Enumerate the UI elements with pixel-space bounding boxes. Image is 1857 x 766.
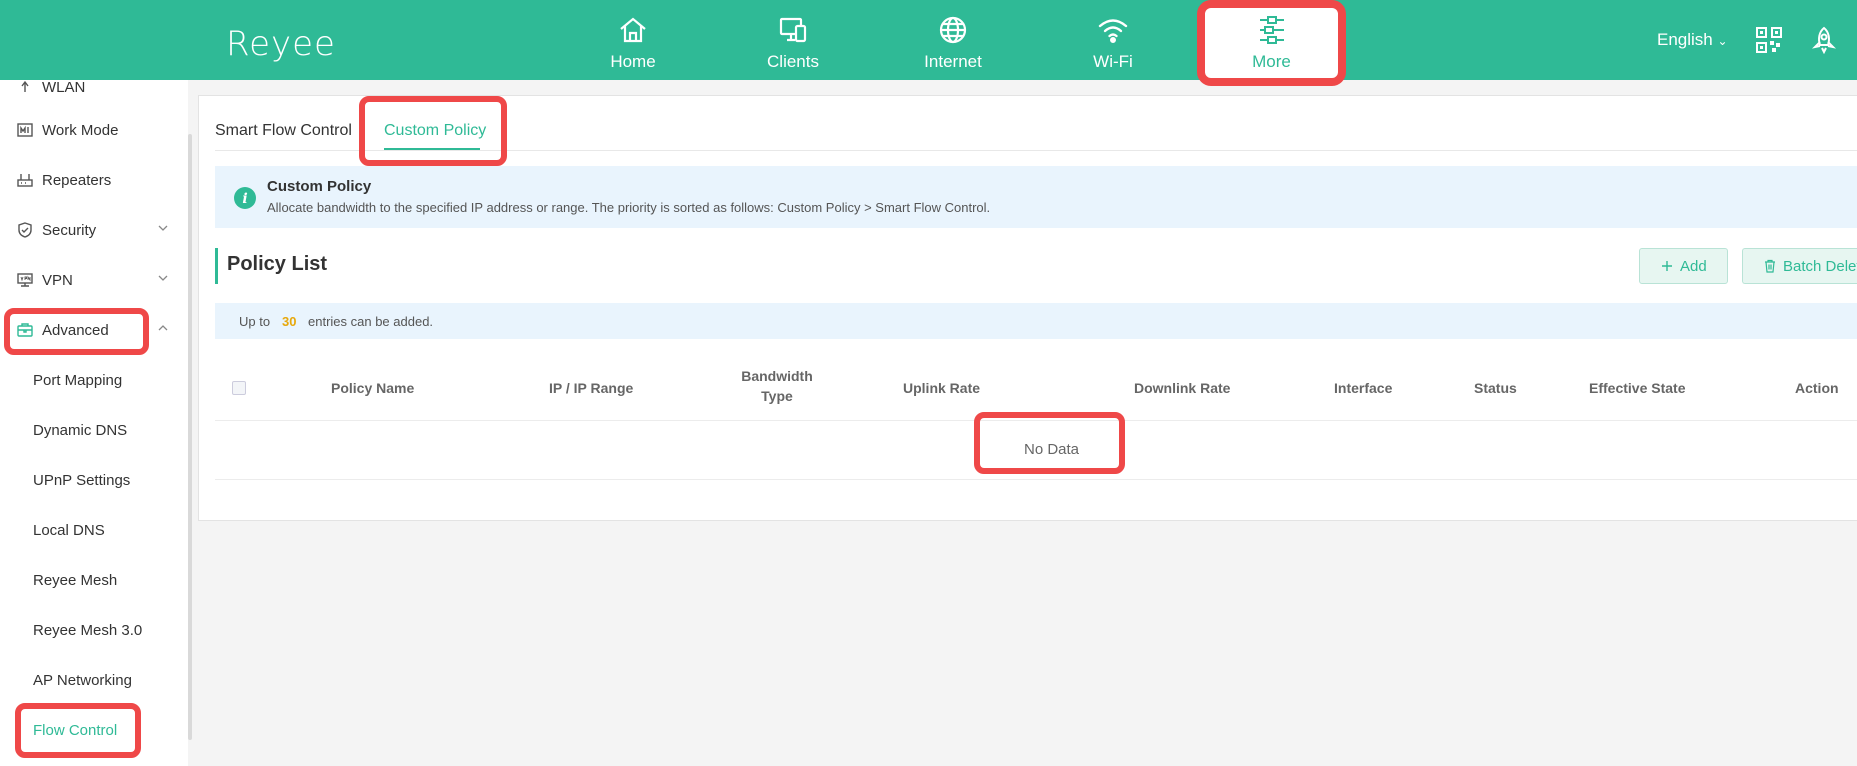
sidebar-item-label: Repeaters [42, 171, 112, 189]
sidebar-item-repeaters[interactable]: Repeaters [16, 165, 111, 195]
column-interface[interactable]: Interface [1334, 380, 1392, 396]
devices-icon [779, 17, 807, 43]
column-bandwidth-type[interactable]: Bandwidth Type [727, 368, 827, 404]
limit-prefix: Up to [239, 314, 271, 329]
nav-clients[interactable]: Clients [723, 0, 863, 80]
sidebar-subitem-reyee-mesh[interactable]: Reyee Mesh [33, 572, 117, 589]
column-downlink-rate[interactable]: Downlink Rate [1134, 380, 1230, 396]
sidebar-subitem-dynamic-dns[interactable]: Dynamic DNS [33, 422, 127, 439]
router-icon [17, 174, 33, 187]
sidebar-scrollbar[interactable] [188, 134, 192, 740]
chevron-up-icon [158, 325, 168, 331]
work-mode-icon [17, 123, 33, 137]
select-all-checkbox[interactable] [232, 381, 246, 395]
info-title: Custom Policy [267, 178, 372, 195]
qr-code-icon[interactable] [1755, 26, 1783, 54]
home-icon [620, 17, 646, 43]
column-status[interactable]: Status [1474, 380, 1517, 396]
column-effective-state[interactable]: Effective State [1589, 380, 1685, 396]
sidebar-item-work-mode[interactable]: Work Mode [16, 115, 118, 145]
wifi-icon [1098, 19, 1128, 44]
nav-wifi-label: Wi-Fi [1093, 52, 1133, 71]
trash-icon [1765, 259, 1775, 273]
column-ip-range[interactable]: IP / IP Range [549, 380, 633, 396]
column-uplink-rate[interactable]: Uplink Rate [903, 380, 980, 396]
limit-count: 30 [282, 314, 297, 329]
top-header: Reyee Home Clients Internet Wi-Fi More E… [0, 0, 1857, 86]
plus-icon [1662, 261, 1672, 271]
info-icon: i [234, 187, 256, 209]
sidebar-item-label: WLAN [42, 80, 86, 96]
limit-suffix: entries can be added. [308, 314, 434, 329]
nav-internet[interactable]: Internet [883, 0, 1023, 80]
rocket-icon[interactable] [1810, 26, 1838, 54]
sidebar-subitem-reyee-mesh-3[interactable]: Reyee Mesh 3.0 [33, 622, 142, 639]
main-panel: Smart Flow Control Custom Policy i Custo… [198, 95, 1857, 521]
entries-limit-banner: Up to 30 entries can be added. [215, 303, 1857, 339]
column-action[interactable]: Action [1795, 380, 1839, 396]
svg-text:i: i [242, 191, 247, 207]
tab-smart-flow-control[interactable]: Smart Flow Control [215, 122, 352, 140]
sidebar-item-wlan[interactable]: WLAN [16, 80, 85, 102]
sidebar-item-label: Work Mode [42, 121, 119, 139]
chevron-down-icon [158, 275, 168, 281]
chevron-down-icon: ⌄ [1717, 34, 1728, 48]
sidebar-subitem-port-mapping[interactable]: Port Mapping [33, 372, 122, 389]
empty-row-divider [215, 479, 1857, 480]
nav-internet-label: Internet [924, 52, 982, 71]
highlight-flow-control [15, 703, 141, 758]
section-accent-bar [215, 248, 218, 284]
sidebar-item-security[interactable]: Security [16, 215, 176, 245]
sidebar: WLAN Work Mode Repeaters Security VPN Ad… [0, 80, 188, 766]
brand-logo[interactable]: Reyee [226, 24, 336, 64]
sliders-icon [1259, 16, 1284, 44]
column-policy-name[interactable]: Policy Name [331, 380, 414, 396]
nav-clients-label: Clients [767, 52, 819, 71]
info-banner: i Custom Policy Allocate bandwidth to th… [215, 166, 1857, 228]
chevron-down-icon [158, 225, 168, 231]
nav-wifi[interactable]: Wi-Fi [1043, 0, 1183, 80]
policy-list-title: Policy List [227, 253, 328, 275]
add-button[interactable]: Add [1639, 248, 1728, 284]
column-bandwidth-line2: Type [761, 388, 793, 404]
sidebar-item-label: VPN [42, 271, 73, 289]
nav-home-label: Home [610, 52, 656, 71]
sidebar-item-vpn[interactable]: VPN [16, 265, 176, 295]
nav-more[interactable]: More [1197, 0, 1346, 86]
highlight-custom-policy-tab [359, 96, 507, 166]
highlight-advanced [4, 308, 149, 355]
add-button-label: Add [1680, 257, 1707, 275]
vpn-icon [17, 273, 33, 287]
info-description: Allocate bandwidth to the specified IP a… [267, 200, 991, 215]
nav-home[interactable]: Home [563, 0, 703, 80]
sidebar-subitem-local-dns[interactable]: Local DNS [33, 522, 105, 539]
batch-delete-label: Batch Delet [1783, 257, 1857, 275]
sidebar-subitem-ap-networking[interactable]: AP Networking [33, 672, 132, 689]
wlan-icon [21, 80, 29, 92]
nav-more-label: More [1252, 52, 1291, 71]
sidebar-item-label: Security [42, 221, 97, 239]
highlight-no-data [974, 412, 1125, 474]
shield-icon [18, 222, 32, 238]
batch-delete-button[interactable]: Batch Delet [1742, 248, 1857, 284]
column-bandwidth-line1: Bandwidth [741, 368, 813, 384]
language-label: English [1657, 30, 1713, 49]
language-selector[interactable]: English ⌄ [1657, 30, 1728, 50]
sidebar-subitem-upnp-settings[interactable]: UPnP Settings [33, 472, 130, 489]
globe-icon [939, 16, 967, 44]
